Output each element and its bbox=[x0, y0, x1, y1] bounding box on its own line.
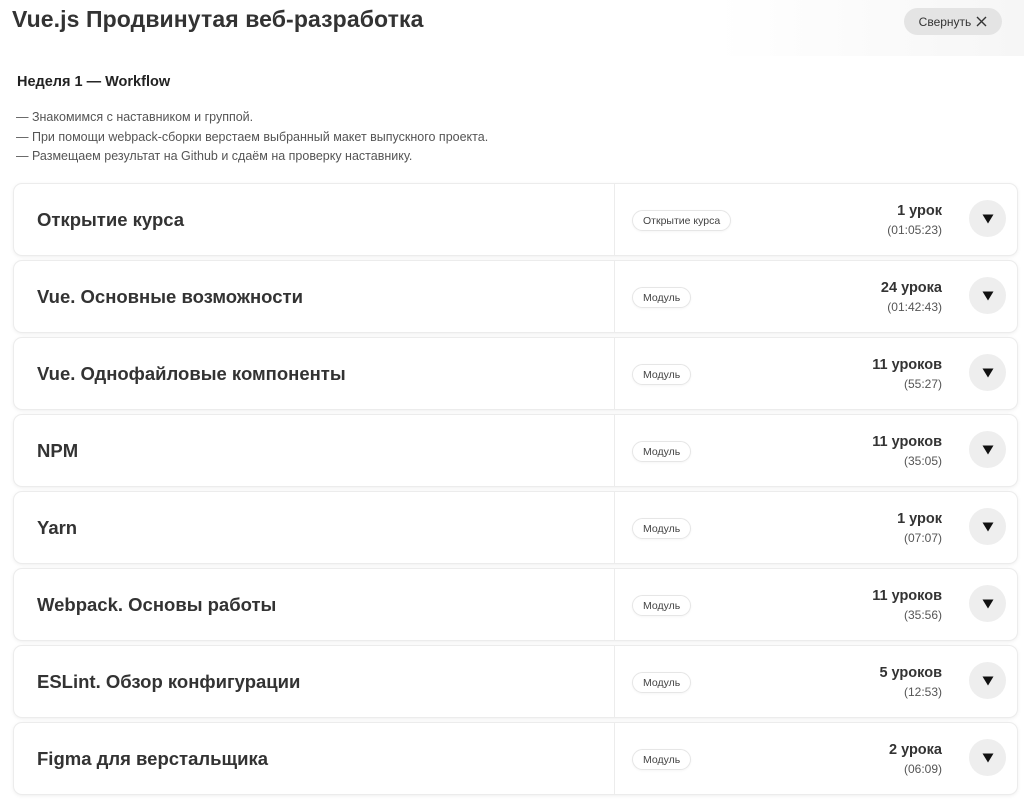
row-divider bbox=[614, 492, 615, 563]
expand-button[interactable] bbox=[969, 277, 1006, 314]
module-title: ESLint. Обзор конфигурации bbox=[37, 670, 301, 692]
module-tag: Модуль bbox=[632, 749, 692, 770]
lesson-count: 11 уроков bbox=[872, 357, 942, 373]
module-tag: Модуль bbox=[632, 595, 692, 616]
module-duration: (35:05) bbox=[903, 454, 942, 468]
row-divider bbox=[614, 261, 615, 332]
lesson-count: 2 урока bbox=[888, 742, 942, 758]
lesson-count: 24 урока bbox=[880, 280, 942, 296]
week-description: — Знакомимся с наставником и группой. — … bbox=[16, 108, 716, 167]
module-tag: Модуль bbox=[632, 441, 692, 462]
module-row[interactable]: Открытие курса Открытие курса 1 урок (01… bbox=[14, 184, 1017, 255]
triangle-down-icon bbox=[982, 291, 993, 300]
lesson-count: 5 уроков bbox=[879, 665, 942, 681]
module-tag: Модуль bbox=[632, 364, 692, 385]
triangle-down-icon bbox=[982, 599, 993, 608]
module-title: Figma для верстальщика bbox=[37, 747, 269, 769]
row-divider bbox=[614, 569, 615, 640]
module-duration: (01:05:23) bbox=[887, 223, 942, 237]
module-row[interactable]: ESLint. Обзор конфигурации Модуль 5 урок… bbox=[14, 646, 1017, 717]
module-duration: (07:07) bbox=[903, 531, 942, 545]
expand-button[interactable] bbox=[969, 662, 1006, 699]
module-tag: Модуль bbox=[632, 518, 692, 539]
expand-button[interactable] bbox=[969, 200, 1006, 237]
lesson-count: 11 уроков bbox=[872, 588, 942, 604]
expand-button[interactable] bbox=[969, 585, 1006, 622]
row-divider bbox=[614, 184, 615, 255]
triangle-down-icon bbox=[982, 214, 993, 223]
page-title: Vue.js Продвинутая веб-разработка bbox=[12, 6, 424, 32]
module-title: NPM bbox=[37, 439, 79, 461]
module-row[interactable]: Webpack. Основы работы Модуль 11 уроков … bbox=[14, 569, 1017, 640]
triangle-down-icon bbox=[982, 676, 993, 685]
module-tag: Открытие курса bbox=[632, 210, 732, 231]
lesson-count: 1 урок bbox=[897, 203, 942, 219]
module-duration: (01:42:43) bbox=[887, 300, 942, 314]
module-row[interactable]: Vue. Основные возможности Модуль 24 урок… bbox=[14, 261, 1017, 332]
module-title: Yarn bbox=[37, 516, 78, 538]
triangle-down-icon bbox=[982, 445, 993, 454]
triangle-down-icon bbox=[982, 522, 993, 531]
collapse-button[interactable]: Свернуть bbox=[904, 8, 1002, 35]
triangle-down-icon bbox=[982, 753, 993, 762]
close-icon bbox=[976, 16, 987, 27]
module-tag: Модуль bbox=[632, 672, 692, 693]
module-duration: (55:27) bbox=[903, 377, 942, 391]
module-row[interactable]: Figma для верстальщика Модуль 2 урока (0… bbox=[14, 723, 1017, 794]
row-divider bbox=[614, 723, 615, 794]
module-title: Открытие курса bbox=[37, 208, 185, 230]
triangle-down-icon bbox=[982, 368, 993, 377]
expand-button[interactable] bbox=[969, 431, 1006, 468]
expand-button[interactable] bbox=[969, 739, 1006, 776]
row-divider bbox=[614, 338, 615, 409]
description-line: — При помощи webpack-сборки верстаем выб… bbox=[16, 129, 489, 144]
expand-button[interactable] bbox=[969, 354, 1006, 391]
row-divider bbox=[614, 415, 615, 486]
lesson-count: 11 уроков bbox=[872, 434, 942, 450]
module-title: Vue. Однофайловые компоненты bbox=[37, 362, 346, 384]
module-row[interactable]: Yarn Модуль 1 урок (07:07) bbox=[14, 492, 1017, 563]
module-row[interactable]: Vue. Однофайловые компоненты Модуль 11 у… bbox=[14, 338, 1017, 409]
module-title: Vue. Основные возможности bbox=[37, 285, 303, 307]
expand-button[interactable] bbox=[969, 508, 1006, 545]
module-duration: (06:09) bbox=[903, 762, 942, 776]
module-title: Webpack. Основы работы bbox=[37, 593, 277, 615]
week-title: Неделя 1 — Workflow bbox=[17, 74, 171, 90]
description-line: — Размещаем результат на Github и сдаём … bbox=[16, 149, 413, 163]
description-line: — Знакомимся с наставником и группой. bbox=[16, 110, 254, 124]
row-divider bbox=[614, 646, 615, 717]
module-duration: (35:56) bbox=[903, 608, 942, 622]
lesson-count: 1 урок bbox=[897, 511, 942, 527]
course-header: Vue.js Продвинутая веб-разработка Сверну… bbox=[0, 0, 1024, 56]
module-tag: Модуль bbox=[632, 287, 692, 308]
collapse-label: Свернуть bbox=[918, 14, 972, 29]
module-row[interactable]: NPM Модуль 11 уроков (35:05) bbox=[14, 415, 1017, 486]
module-duration: (12:53) bbox=[903, 685, 942, 699]
